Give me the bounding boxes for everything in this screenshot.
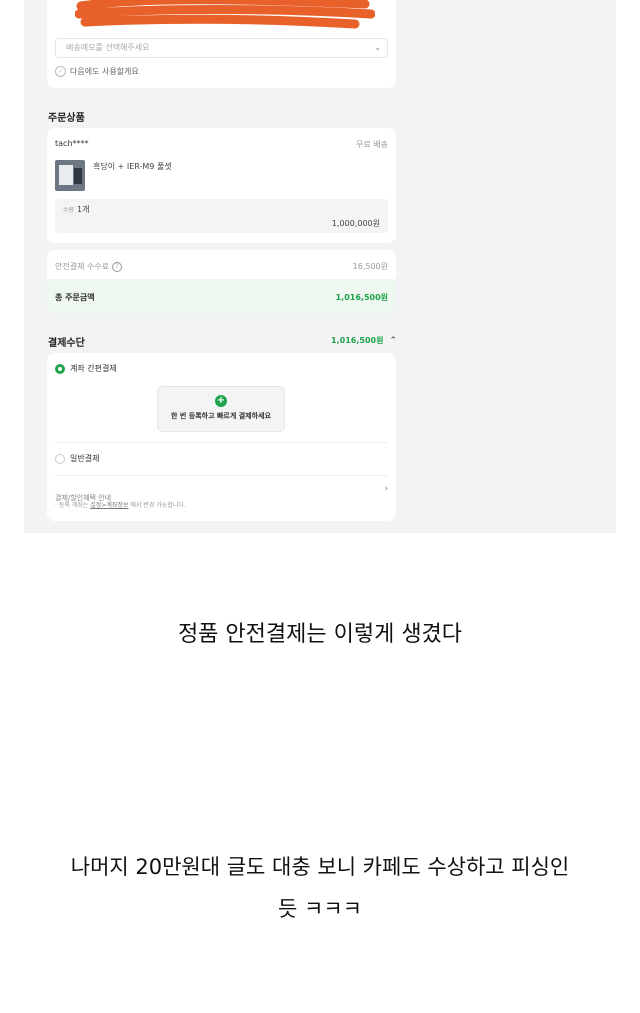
- redaction-scribble: [75, 0, 375, 29]
- safe-fee-text: 안전결제 수수료: [55, 262, 110, 271]
- payment-card: 계좌 간편결제 + 한 번 등록하고 빠르게 결제하세요 일반결제 결제/할인혜…: [47, 353, 396, 521]
- account-note: · 등록 계좌는 설정>계좌정보 에서 변경 가능합니다.: [55, 500, 186, 509]
- safe-fee-label: 안전결제 수수료 ?: [55, 261, 123, 272]
- seller-name: tach****: [55, 139, 89, 148]
- payment-amount: 1,016,500원: [331, 336, 384, 345]
- fee-card: 안전결제 수수료 ? 16,500원 총 주문금액 1,016,500원: [47, 250, 396, 313]
- plus-icon: +: [215, 395, 227, 407]
- option2-label: 일반결제: [70, 454, 100, 463]
- settings-link[interactable]: 설정>계좌정보: [90, 502, 128, 509]
- note-prefix: · 등록 계좌는: [55, 502, 89, 509]
- caption-line-3: 듯 ㅋㅋㅋ: [278, 897, 362, 921]
- shipping-fee-label: 무료 배송: [356, 140, 388, 149]
- payment-option-general[interactable]: 일반결제: [55, 453, 99, 464]
- note-suffix: 에서 변경 가능합니다.: [130, 502, 186, 509]
- caption-line-1: 정품 안전결제는 이렇게 생겼다: [177, 622, 463, 647]
- total-value: 1,016,500원: [335, 293, 388, 302]
- product-name: 흑당이 + IER-M9 풀셋: [93, 162, 172, 171]
- save-next-checkbox[interactable]: ✓ 다음에도 사용할게요: [55, 66, 139, 77]
- qty-value: 1개: [77, 205, 90, 214]
- radio-unselected-icon: [55, 453, 65, 464]
- product-thumbnail: [55, 160, 85, 191]
- radio-selected-icon: [55, 363, 65, 374]
- shipping-memo-placeholder: 배송메모를 선택해주세요: [66, 43, 150, 52]
- register-text: 한 번 등록하고 빠르게 결제하세요: [171, 412, 271, 420]
- safe-fee-value: 16,500원: [352, 262, 388, 271]
- chevron-right-icon: ›: [384, 484, 388, 494]
- help-icon[interactable]: ?: [112, 261, 123, 272]
- shipping-memo-select[interactable]: 배송메모를 선택해주세요 ⌄: [55, 38, 388, 58]
- save-next-label: 다음에도 사용할게요: [70, 67, 139, 76]
- quantity-box: 수량 1개 1,000,000원: [55, 199, 388, 233]
- order-section-title: 주문상품: [48, 113, 85, 124]
- divider: [55, 475, 388, 476]
- payment-option-account[interactable]: 계좌 간편결제: [55, 363, 117, 374]
- shipping-card: 배송메모를 선택해주세요 ⌄ ✓ 다음에도 사용할게요: [47, 0, 396, 88]
- divider: [55, 442, 388, 443]
- check-circle-icon: ✓: [55, 66, 66, 77]
- total-bar: 총 주문금액 1,016,500원: [47, 279, 396, 313]
- option1-label: 계좌 간편결제: [70, 364, 117, 373]
- payment-amount-toggle[interactable]: 1,016,500원 ⌃: [331, 335, 397, 346]
- payment-section-title: 결제수단: [48, 338, 85, 349]
- total-label: 총 주문금액: [55, 293, 95, 302]
- order-card: tach**** 무료 배송 흑당이 + IER-M9 풀셋 수량 1개 1,0…: [47, 128, 396, 243]
- payment-screenshot: 배송메모를 선택해주세요 ⌄ ✓ 다음에도 사용할게요 주문상품 tach***…: [24, 0, 616, 533]
- register-account-button[interactable]: + 한 번 등록하고 빠르게 결제하세요: [157, 386, 285, 432]
- chevron-up-icon: ⌃: [389, 335, 397, 346]
- chevron-down-icon: ⌄: [374, 43, 381, 52]
- product-price: 1,000,000원: [331, 219, 380, 228]
- qty-label: 수량: [63, 207, 75, 214]
- caption-line-2: 나머지 20만원대 글도 대충 보니 카페도 수상하고 피싱인: [70, 855, 570, 879]
